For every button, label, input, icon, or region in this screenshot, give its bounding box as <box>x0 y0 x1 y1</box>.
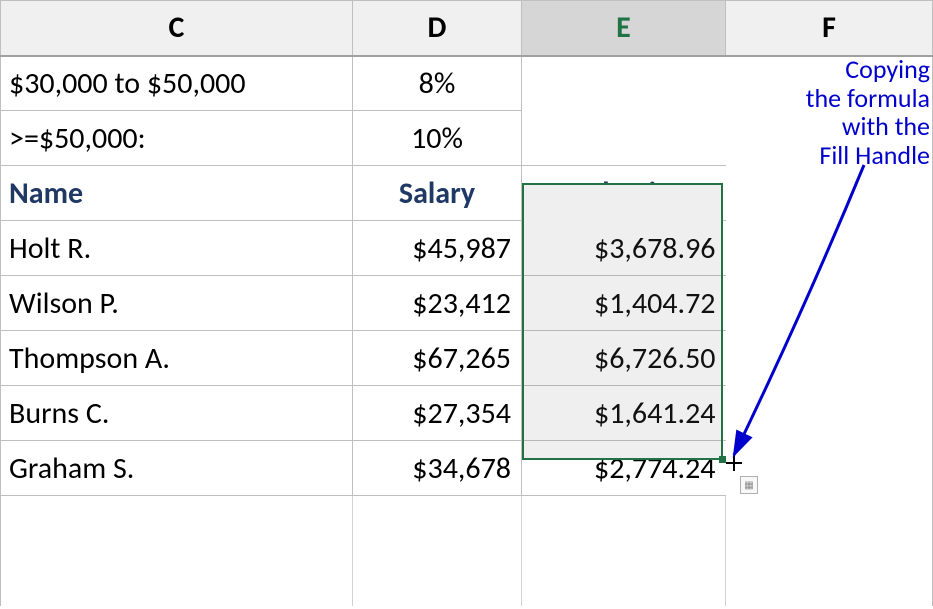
table-row: Holt R. $45,987 $3,678.96 <box>1 221 933 276</box>
cell-blank[interactable] <box>726 496 933 606</box>
cell-deduction[interactable]: $2,774.24 <box>522 441 726 496</box>
cell-deduction[interactable]: $3,678.96 <box>522 221 726 276</box>
cell-blank[interactable] <box>726 331 933 386</box>
cell-name[interactable]: Wilson P. <box>1 276 353 331</box>
cell-salary[interactable]: $34,678 <box>353 441 522 496</box>
cell-deduction[interactable]: $1,404.72 <box>522 276 726 331</box>
cell-blank[interactable] <box>522 111 726 166</box>
cell-salary[interactable]: $45,987 <box>353 221 522 276</box>
caption-line: Copying <box>845 53 930 85</box>
caption-line: with the <box>842 110 930 142</box>
cell-blank[interactable] <box>522 496 726 606</box>
col-header-f[interactable]: F <box>726 1 933 56</box>
fill-handle[interactable] <box>719 456 726 463</box>
fill-handle-cursor-icon <box>726 455 742 471</box>
cell-blank[interactable] <box>726 386 933 441</box>
header-deduction[interactable]: Deduction <box>522 166 726 221</box>
col-header-e[interactable]: E <box>522 1 726 56</box>
table-header-row: Name Salary Deduction <box>1 166 933 221</box>
table-row: Burns C. $27,354 $1,641.24 <box>1 386 933 441</box>
cell-name[interactable]: Graham S. <box>1 441 353 496</box>
table-row: Graham S. $34,678 $2,774.24 <box>1 441 933 496</box>
annotation-caption: Copying the formula with the Fill Handle <box>730 55 930 169</box>
col-header-c[interactable]: C <box>1 1 353 56</box>
caption-line: Fill Handle <box>819 139 930 171</box>
cell-rule1-pct[interactable]: 8% <box>353 56 522 111</box>
table-row: Wilson P. $23,412 $1,404.72 <box>1 276 933 331</box>
table-row: Thompson A. $67,265 $6,726.50 <box>1 331 933 386</box>
cell-salary[interactable]: $27,354 <box>353 386 522 441</box>
cell-rule2-pct[interactable]: 10% <box>353 111 522 166</box>
cell-blank[interactable] <box>1 496 353 606</box>
cell-blank[interactable] <box>353 496 522 606</box>
col-header-d[interactable]: D <box>353 1 522 56</box>
empty-row <box>1 496 933 606</box>
cell-blank[interactable] <box>522 56 726 111</box>
cell-name[interactable]: Burns C. <box>1 386 353 441</box>
caption-line: the formula <box>806 82 930 114</box>
column-header-row: C D E F <box>1 1 933 56</box>
cell-rule2-label[interactable]: >=$50,000: <box>1 111 353 166</box>
cell-salary[interactable]: $23,412 <box>353 276 522 331</box>
cell-blank[interactable] <box>726 276 933 331</box>
cell-blank[interactable] <box>726 221 933 276</box>
cell-rule1-label[interactable]: $30,000 to $50,000 <box>1 56 353 111</box>
cell-deduction[interactable]: $6,726.50 <box>522 331 726 386</box>
cell-deduction[interactable]: $1,641.24 <box>522 386 726 441</box>
header-salary[interactable]: Salary <box>353 166 522 221</box>
cell-name[interactable]: Thompson A. <box>1 331 353 386</box>
cell-salary[interactable]: $67,265 <box>353 331 522 386</box>
cell-blank[interactable] <box>726 166 933 221</box>
header-name[interactable]: Name <box>1 166 353 221</box>
autofill-options-icon[interactable]: ▦ <box>740 476 758 494</box>
cell-name[interactable]: Holt R. <box>1 221 353 276</box>
